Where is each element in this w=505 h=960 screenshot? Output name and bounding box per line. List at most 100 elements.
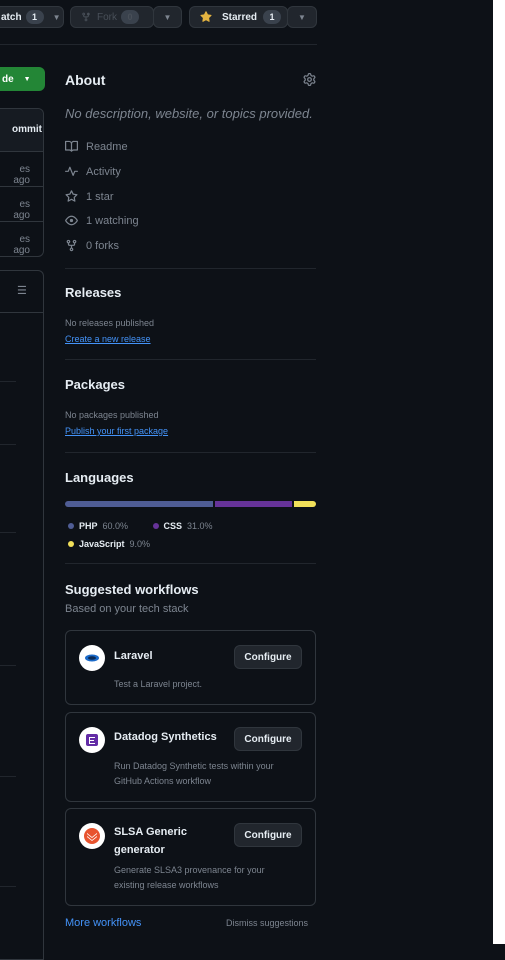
language-item-php[interactable]: PHP 60.0% [68, 521, 128, 531]
fork-dropdown-button[interactable]: ▼ [153, 6, 182, 28]
language-item-javascript[interactable]: JavaScript 9.0% [68, 539, 150, 549]
watching-label: 1 watching [86, 214, 139, 227]
activity-label: Activity [86, 165, 121, 178]
fork-button[interactable]: Fork 0 [70, 6, 154, 28]
workflow-description: existing release workflows [114, 880, 219, 890]
language-item-css[interactable]: CSS 31.0% [152, 521, 213, 531]
language-name: JavaScript [79, 539, 125, 549]
language-name: CSS [163, 521, 183, 531]
language-list-row2: JavaScript 9.0% [68, 534, 164, 552]
readme-header-divider [0, 312, 44, 313]
language-bar-segment [293, 501, 316, 507]
language-bar-segment [65, 501, 214, 507]
stars-link[interactable]: 1 star [65, 190, 114, 203]
commit-row-time: es ago [13, 164, 30, 186]
about-title: About [65, 72, 106, 88]
languages-title: Languages [65, 470, 134, 485]
outline-icon[interactable]: ☰ [17, 284, 27, 297]
more-workflows-link[interactable]: More workflows [65, 917, 141, 929]
create-release-link[interactable]: Create a new release [65, 334, 151, 344]
readme-label: Readme [86, 140, 128, 153]
fork-label: Fork [97, 11, 117, 23]
code-button-label: de [2, 73, 14, 85]
star-icon [65, 190, 78, 202]
activity-link[interactable]: Activity [65, 165, 121, 178]
chevron-down-icon: ▼ [298, 12, 306, 22]
language-list: PHP 60.0% CSS 31.0% [68, 516, 316, 534]
starred-label: Starred [222, 11, 258, 23]
workflow-description: GitHub Actions workflow [114, 776, 212, 786]
commit-row-time: es ago [13, 199, 30, 221]
configure-button[interactable]: Configure [234, 727, 302, 751]
about-divider [65, 268, 316, 269]
watch-count: 1 [25, 10, 44, 24]
language-name: PHP [79, 521, 98, 531]
commit-header: ommit [12, 124, 42, 135]
eye-icon [65, 215, 78, 226]
watch-label: atch [1, 11, 22, 23]
fork-icon [66, 239, 77, 252]
languages-divider [65, 563, 316, 564]
watching-link[interactable]: 1 watching [65, 214, 139, 227]
pulse-icon [65, 166, 78, 176]
row-divider [0, 381, 16, 382]
workflow-description: Test a Laravel project. [114, 679, 203, 689]
workflow-description: Generate SLSA3 provenance for your [114, 865, 265, 875]
workflow-card-datadog: Datadog Synthetics Run Datadog Synthetic… [65, 712, 316, 802]
laravel-logo-icon [79, 645, 105, 671]
chevron-down-icon: ▼ [23, 75, 31, 83]
starred-button[interactable]: Starred 1 [189, 6, 288, 28]
language-bar [65, 501, 316, 507]
language-percent: 31.0% [187, 521, 213, 531]
forks-label: 0 forks [86, 239, 120, 252]
workflows-subtitle: Based on your tech stack [65, 603, 189, 615]
header-divider [0, 44, 317, 45]
star-filled-icon [200, 11, 212, 22]
language-dot [68, 523, 74, 529]
workflow-description: Run Datadog Synthetic tests within your [114, 761, 274, 771]
watch-button[interactable]: atch 1 ▼ [0, 6, 64, 28]
releases-title[interactable]: Releases [65, 285, 121, 300]
chevron-down-icon: ▼ [163, 12, 172, 22]
packages-title[interactable]: Packages [65, 377, 125, 392]
code-button[interactable]: de ▼ [0, 67, 45, 91]
slsa-logo-icon [79, 823, 105, 849]
fork-count: 0 [121, 10, 139, 24]
row-divider [0, 776, 16, 777]
dismiss-suggestions-link[interactable]: Dismiss suggestions [226, 918, 308, 928]
language-dot [152, 523, 159, 529]
chevron-down-icon: ▼ [52, 12, 61, 22]
fork-icon [82, 12, 90, 22]
configure-button[interactable]: Configure [234, 823, 302, 847]
readme-box [0, 270, 44, 960]
workflow-name: Datadog Synthetics [114, 731, 217, 743]
releases-divider [65, 359, 316, 360]
forks-link[interactable]: 0 forks [65, 239, 119, 252]
readme-link[interactable]: Readme [65, 140, 128, 153]
row-divider [0, 532, 16, 533]
row-divider [0, 221, 44, 222]
star-dropdown-button[interactable]: ▼ [287, 6, 317, 28]
workflow-card-laravel: Laravel Test a Laravel project. Configur… [65, 630, 316, 705]
row-divider [0, 886, 16, 887]
workflow-name: SLSA Generic [114, 826, 187, 838]
language-percent: 9.0% [129, 539, 151, 549]
configure-button[interactable]: Configure [234, 645, 302, 669]
workflow-card-slsa: SLSA Generic generator Generate SLSA3 pr… [65, 808, 316, 906]
commit-row-time: es ago [13, 234, 30, 256]
page-edge [493, 0, 505, 944]
row-divider [0, 444, 16, 445]
publish-package-link[interactable]: Publish your first package [65, 426, 168, 436]
language-bar-segment [215, 501, 292, 507]
datadog-logo-icon [79, 727, 105, 753]
packages-divider [65, 452, 316, 453]
book-icon [65, 140, 78, 152]
gear-icon[interactable] [303, 73, 316, 86]
workflows-title: Suggested workflows [65, 582, 199, 597]
language-dot [68, 541, 74, 547]
releases-empty-text: No releases published [65, 318, 155, 328]
workflow-name: Laravel [114, 650, 153, 662]
row-divider [0, 151, 44, 152]
packages-empty-text: No packages published [65, 410, 159, 420]
star-count: 1 [263, 10, 282, 24]
